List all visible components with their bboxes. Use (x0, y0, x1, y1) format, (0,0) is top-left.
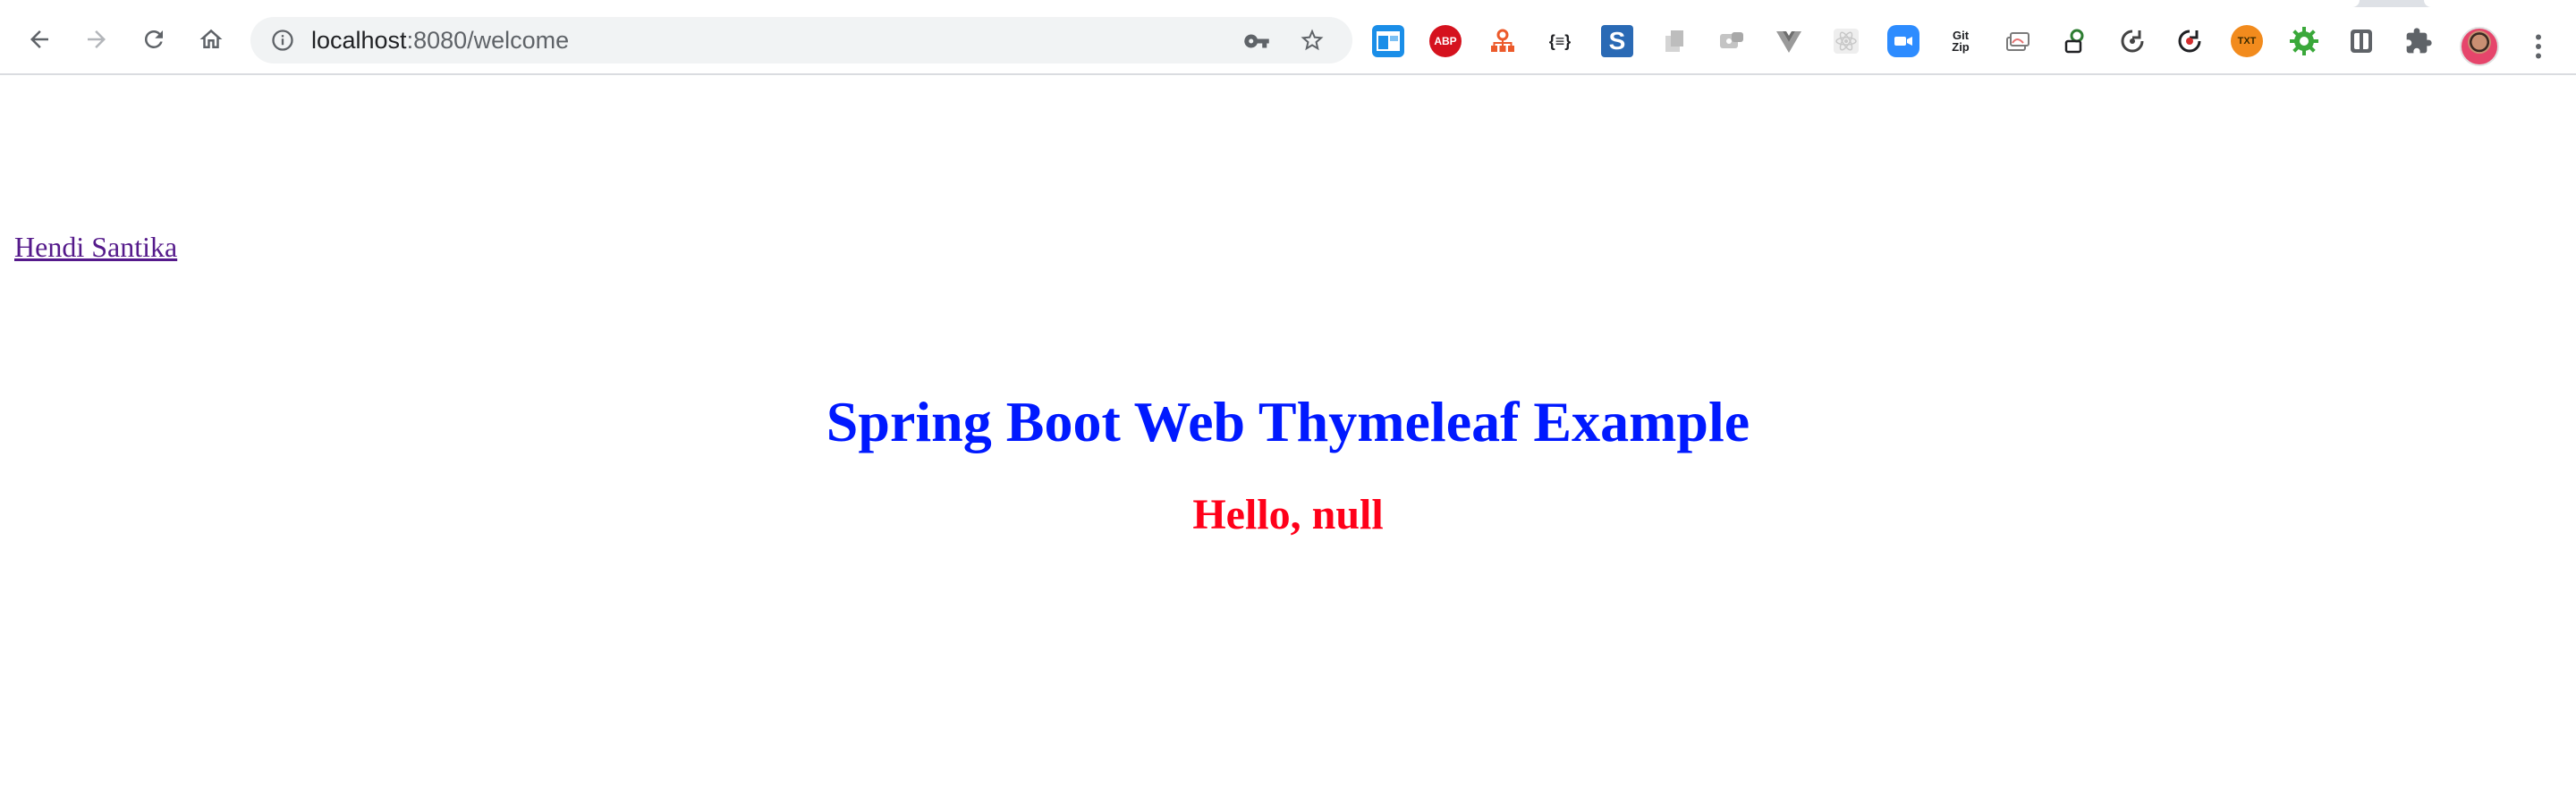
layers-extension-icon[interactable] (2002, 25, 2034, 57)
url-text[interactable]: localhost:8080/welcome (311, 17, 569, 63)
grey-docs-extension-icon[interactable] (1658, 25, 1690, 57)
puzzle-icon (2406, 28, 2432, 54)
refresh-red-extension-icon[interactable] (2174, 25, 2206, 57)
json-formatter-label: {≡} (1548, 31, 1572, 50)
sync-icon (2121, 30, 2144, 53)
zoom-extension-icon[interactable] (1887, 25, 1919, 57)
new-tab-area[interactable] (2424, 0, 2576, 7)
more-vertical-icon[interactable] (2522, 29, 2555, 64)
green-gear-extension-icon[interactable] (2288, 25, 2320, 57)
json-formatter-extension-icon[interactable]: {≡} (1544, 25, 1576, 57)
home-button[interactable] (191, 20, 231, 59)
layers-icon (2006, 32, 2029, 51)
gitzip-label: Git Zip (1952, 29, 1970, 54)
gitzip-extension-icon[interactable]: Git Zip (1945, 25, 1977, 57)
home-icon (199, 29, 223, 48)
grey-chat-extension-icon[interactable] (1716, 25, 1748, 57)
shield-extension-icon[interactable] (2345, 25, 2377, 57)
abp-label: ABP (1434, 35, 1457, 47)
greeting-heading: Hello, null (1192, 491, 1384, 538)
chat-icon (1720, 32, 1743, 48)
window-resizer-extension-icon[interactable] (1372, 25, 1404, 57)
gear-icon (2290, 27, 2318, 55)
url-host: localhost (311, 27, 407, 54)
reload-button[interactable] (134, 20, 174, 59)
extensions-menu-button[interactable] (2402, 25, 2435, 57)
s-extension-icon[interactable]: S (1601, 25, 1633, 57)
document-icon (1665, 30, 1683, 52)
green-lock-extension-icon[interactable] (2059, 25, 2091, 57)
key-icon[interactable] (1243, 28, 1270, 55)
adblock-plus-extension-icon[interactable]: ABP (1429, 25, 1462, 57)
sitemap-icon (1491, 29, 1514, 52)
txt-extension-icon[interactable]: TXT (2231, 25, 2263, 57)
video-camera-icon (1894, 37, 1912, 46)
refresh-icon (2178, 30, 2201, 53)
reload-icon (144, 30, 163, 48)
browser-toolbar: localhost:8080/welcome ABP {≡} S Git Zip… (0, 7, 2576, 75)
forward-button[interactable] (77, 20, 116, 59)
shield-icon (2351, 30, 2372, 53)
back-button[interactable] (20, 20, 59, 59)
profile-avatar[interactable] (2460, 27, 2499, 66)
tab-strip (0, 0, 2576, 7)
react-devtools-extension-icon[interactable] (1830, 25, 1862, 57)
url-path: :8080/welcome (406, 27, 570, 54)
arrow-left-icon (30, 30, 48, 48)
txt-label: TXT (2237, 36, 2257, 47)
vue-logo-icon (1776, 31, 1801, 53)
react-logo-icon (1834, 29, 1859, 54)
arrow-right-icon (88, 30, 106, 48)
window-icon (1377, 31, 1400, 51)
bookmark-star-icon[interactable] (1299, 27, 1326, 54)
address-bar[interactable]: localhost:8080/welcome (250, 17, 1352, 63)
page-content: Hendi Santika Spring Boot Web Thymeleaf … (0, 75, 2576, 787)
page-title: Spring Boot Web Thymeleaf Example (826, 390, 1750, 453)
lock-icon (2064, 29, 2084, 54)
s-extension-label: S (1608, 27, 1626, 55)
sync-extension-icon[interactable] (2116, 25, 2148, 57)
sitemap-extension-icon[interactable] (1487, 25, 1519, 57)
vue-devtools-extension-icon[interactable] (1773, 25, 1805, 57)
info-icon[interactable] (270, 28, 295, 53)
active-tab[interactable] (0, 0, 2360, 7)
author-link[interactable]: Hendi Santika (14, 229, 177, 265)
